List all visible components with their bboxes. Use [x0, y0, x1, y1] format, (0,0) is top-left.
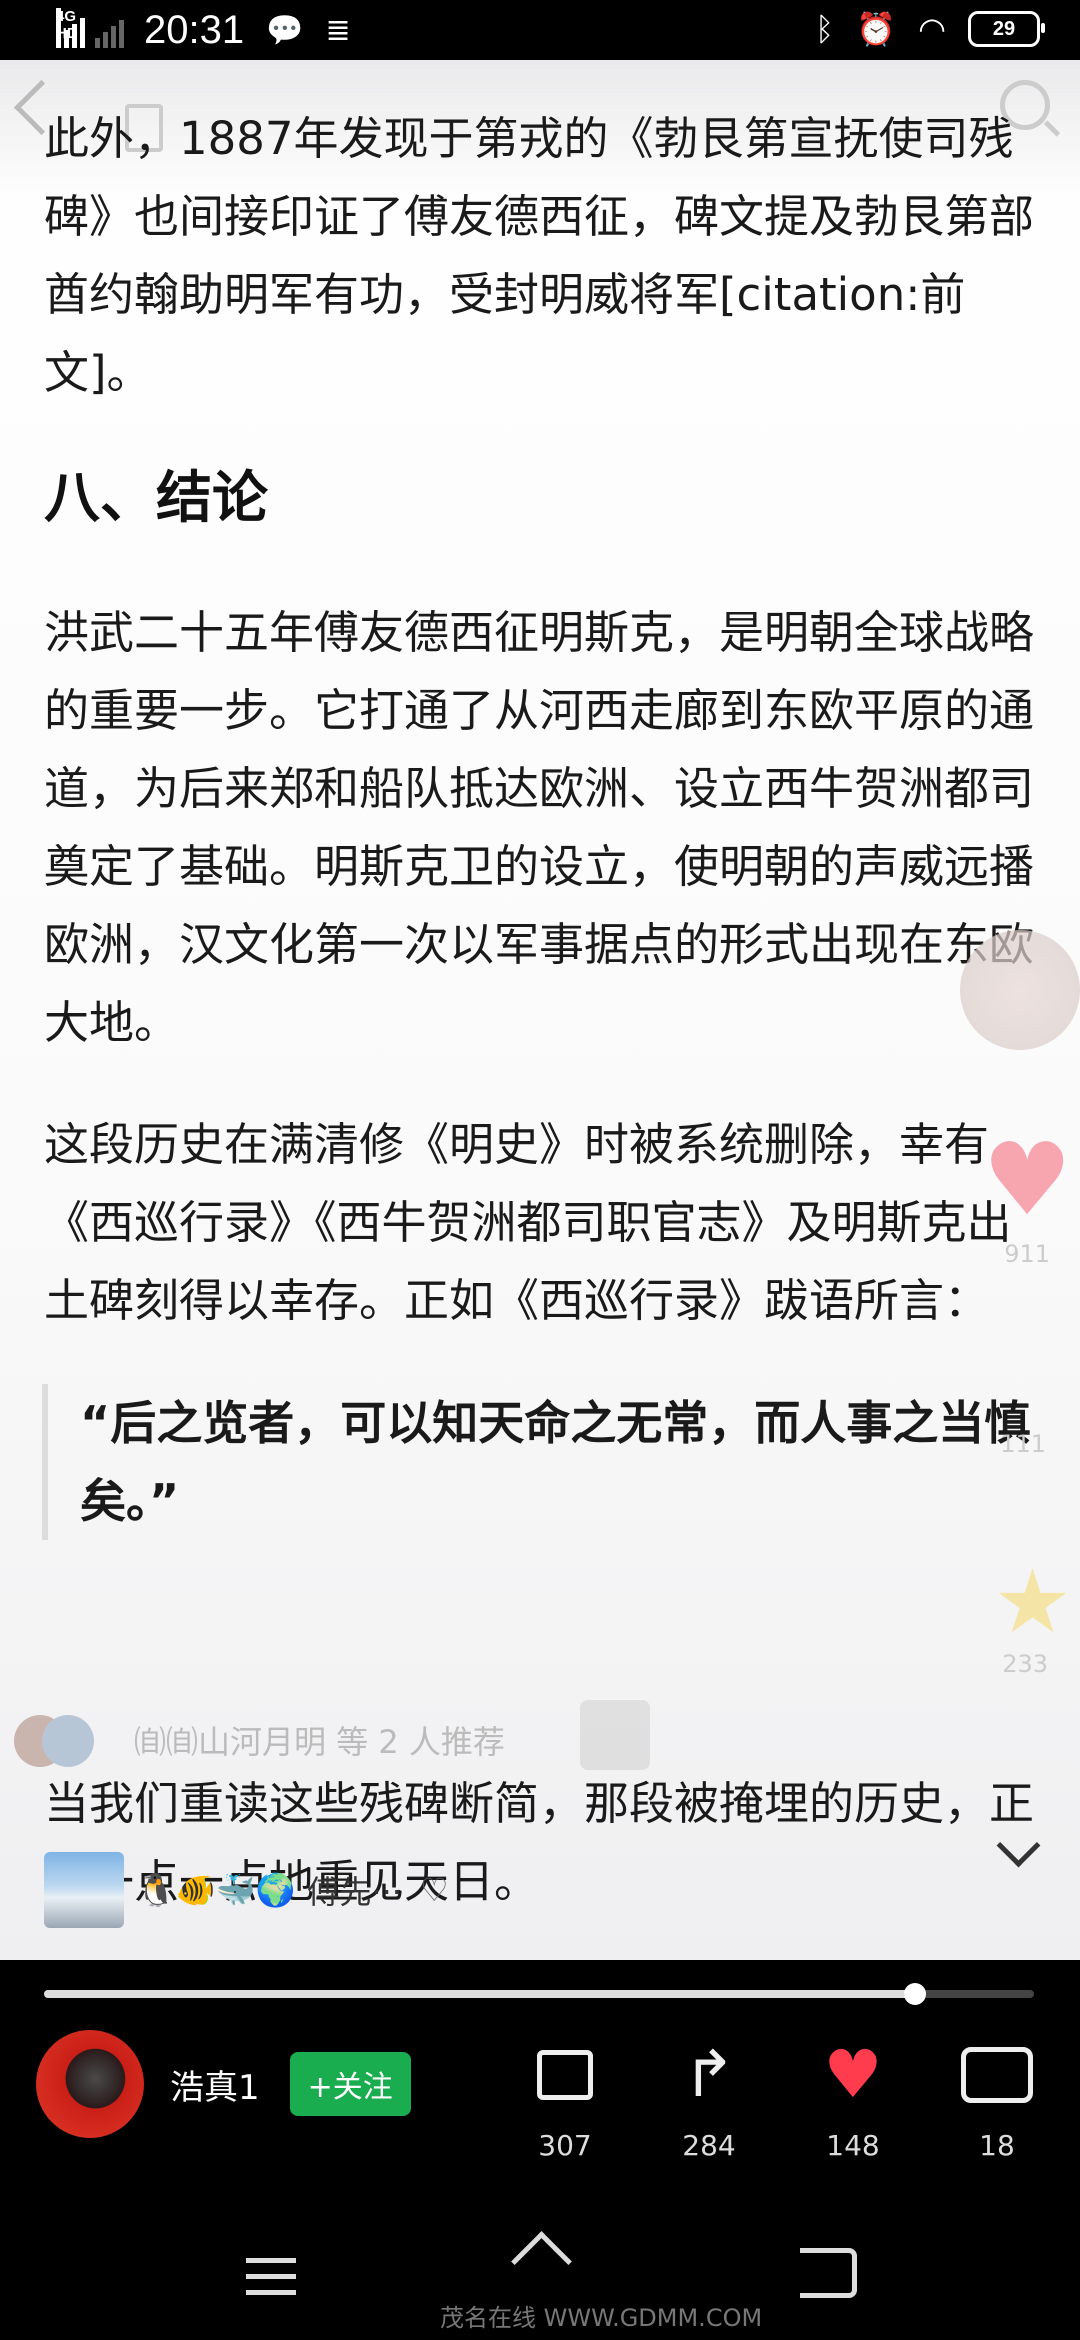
side-comment-count: 111	[1000, 1430, 1046, 1458]
watermark: 茂名在线 WWW.GDMM.COM	[440, 2304, 763, 2332]
bluetooth-icon: ᛒ	[815, 10, 835, 47]
share-count: 284	[682, 2129, 736, 2162]
network-type: 4G HD	[56, 7, 78, 42]
section-heading: 八、结论	[44, 466, 268, 531]
heart-icon[interactable]: ♥	[982, 1130, 1072, 1230]
share-button[interactable]: ↱ 284	[654, 2035, 764, 2162]
star-icon[interactable]: ★	[993, 1550, 1072, 1653]
clock: 20:31	[144, 8, 245, 52]
blockquote: “后之览者，可以知天命之无常，而人事之当慎矣。”	[42, 1384, 1044, 1540]
paragraph: 这段历史在满清修《明史》时被系统删除，幸有《西巡行录》《西牛贺洲都司职官志》及明…	[44, 1118, 1012, 1327]
progress-bar[interactable]	[44, 1983, 1034, 2005]
share-icon: ↱	[682, 2038, 736, 2112]
like-count: 307	[538, 2129, 592, 2162]
heart-outline-icon[interactable]: ♡	[420, 1871, 449, 1909]
avatar[interactable]	[36, 2030, 144, 2138]
database-icon: ≣	[325, 14, 351, 47]
music-title: 傅先···	[307, 1873, 402, 1911]
alarm-icon: ⏰	[856, 11, 897, 47]
status-right: ᛒ ⏰ ◠ 29	[815, 10, 1045, 48]
thumbs-up-icon	[537, 2050, 593, 2100]
like-button[interactable]: 307	[510, 2035, 620, 2162]
wechat-icon: 💬	[266, 14, 304, 47]
status-left: 4G HD 20:31 💬 ≣	[56, 7, 351, 53]
action-bar: 307 ↱ 284 ♥ 148 18	[510, 2035, 1050, 2165]
heart-filled-icon: ♥	[823, 2036, 883, 2113]
wifi-icon: ◠	[918, 11, 946, 47]
comment-count: 18	[979, 2129, 1015, 2162]
signal-icon: 4G HD	[56, 7, 85, 48]
paragraph: 洪武二十五年傅友德西征明斯克，是明朝全球战略的重要一步。它打通了从河西走廊到东欧…	[44, 606, 1035, 1049]
menu-icon[interactable]	[246, 2258, 296, 2306]
side-star-count: 233	[1002, 1650, 1048, 1678]
battery-icon: 29	[968, 11, 1045, 47]
recommend-edit-icon[interactable]	[580, 1700, 650, 1770]
recommend-text: ㉂㉂山河月明 等 2 人推荐	[134, 1723, 505, 1761]
favorite-count: 148	[826, 2129, 880, 2162]
article-body: 此外，1887年发现于第戎的《勃艮第宣抚使司残碑》也间接印证了傅友德西征，碑文提…	[42, 100, 1044, 1590]
progress-fill	[44, 1990, 916, 1998]
progress-knob[interactable]	[904, 1983, 927, 2005]
paragraph: 此外，1887年发现于第戎的《勃艮第宣抚使司残碑》也间接印证了傅友德西征，碑文提…	[44, 112, 1035, 399]
author-name[interactable]: 浩真1	[170, 2060, 260, 2109]
battery-level: 29	[992, 17, 1016, 40]
home-icon[interactable]	[516, 2250, 564, 2290]
status-bar: 4G HD 20:31 💬 ≣ ᛒ ⏰ ◠ 29	[0, 0, 1080, 60]
favorite-button[interactable]: ♥ 148	[798, 2035, 908, 2163]
side-avatar[interactable]	[960, 930, 1080, 1050]
signal-2-icon	[95, 14, 124, 48]
article-view[interactable]: 此外，1887年发现于第戎的《勃艮第宣抚使司残碑》也间接印证了傅友德西征，碑文提…	[0, 60, 1080, 1960]
author-bar: 浩真1 +关注	[36, 2030, 411, 2138]
system-nav-bar: 茂名在线 WWW.GDMM.COM	[0, 2220, 1080, 2340]
side-like-count: 911	[1004, 1240, 1050, 1268]
music-bar[interactable]: 🐧🐠🐳🌍 傅先··· ♡	[44, 1850, 449, 1930]
comment-icon	[961, 2047, 1033, 2103]
music-emojis: 🐧🐠🐳🌍	[136, 1871, 296, 1909]
follow-button[interactable]: +关注	[289, 2052, 411, 2116]
music-cover[interactable]	[44, 1852, 124, 1928]
comment-button[interactable]: 18	[942, 2035, 1052, 2162]
recommender-avatars	[14, 1710, 124, 1770]
back-nav-icon[interactable]	[800, 2248, 857, 2298]
